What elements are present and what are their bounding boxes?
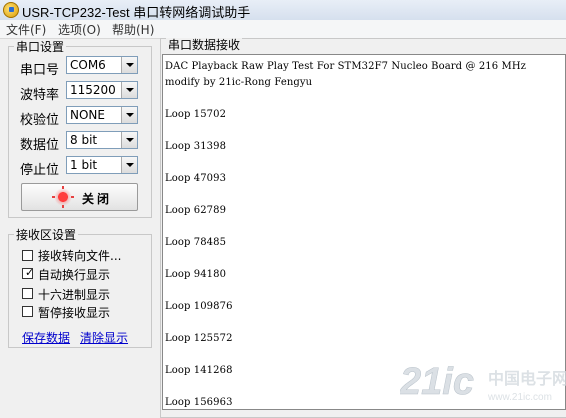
title-bar: USR-TCP232-Test 串口转网络调试助手 bbox=[0, 0, 566, 21]
port-value: COM6 bbox=[70, 58, 106, 72]
status-led-icon bbox=[52, 186, 74, 208]
databits-select[interactable]: 8 bit bbox=[66, 131, 138, 149]
baud-label: 波特率 bbox=[20, 88, 60, 103]
chevron-down-icon[interactable] bbox=[121, 107, 137, 123]
menu-file[interactable]: 文件(F) bbox=[6, 21, 46, 38]
app-logo-icon bbox=[3, 2, 19, 18]
watermark-logo: 21ic 中国电子网 www.21ic.com bbox=[400, 361, 566, 404]
receive-line: DAC Playback Raw Play Test For STM32F7 N… bbox=[165, 61, 527, 72]
receive-line: Loop 47093 bbox=[165, 173, 227, 184]
redirect-to-file-label: 接收转向文件... bbox=[38, 249, 122, 263]
stopbits-label: 停止位 bbox=[20, 163, 60, 178]
redirect-to-file-checkbox[interactable] bbox=[22, 250, 33, 261]
receive-line: Loop 94180 bbox=[165, 269, 227, 280]
baud-value: 115200 bbox=[70, 83, 116, 97]
parity-label: 校验位 bbox=[20, 113, 60, 128]
receive-line: Loop 141268 bbox=[165, 365, 233, 376]
parity-value: NONE bbox=[70, 108, 105, 122]
auto-wrap-label: 自动换行显示 bbox=[38, 268, 111, 282]
check-icon: ✓ bbox=[25, 266, 35, 279]
receive-line: modify by 21ic-Rong Fengyu bbox=[165, 77, 313, 88]
receive-settings-legend: 接收区设置 bbox=[16, 228, 77, 242]
chevron-down-icon[interactable] bbox=[121, 132, 137, 148]
pause-display-label: 暂停接收显示 bbox=[38, 306, 111, 320]
close-port-label: 关闭 bbox=[82, 192, 113, 206]
chevron-down-icon[interactable] bbox=[121, 57, 137, 73]
auto-wrap-checkbox[interactable]: ✓ bbox=[22, 266, 35, 279]
databits-value: 8 bit bbox=[70, 133, 98, 147]
receive-area-legend: 串口数据接收 bbox=[166, 38, 243, 52]
receive-line: Loop 31398 bbox=[165, 141, 227, 152]
stopbits-value: 1 bit bbox=[70, 158, 98, 172]
hex-display-checkbox[interactable] bbox=[22, 288, 33, 299]
save-data-link[interactable]: 保存数据 bbox=[22, 329, 70, 346]
receive-line: Loop 109876 bbox=[165, 301, 233, 312]
menu-bar: 文件(F) 选项(O) 帮助(H) bbox=[0, 20, 566, 39]
pause-display-checkbox[interactable] bbox=[22, 306, 33, 317]
databits-label: 数据位 bbox=[20, 138, 60, 153]
watermark-url: www.21ic.com bbox=[487, 392, 552, 403]
port-label: 串口号 bbox=[20, 63, 60, 78]
close-port-button[interactable]: 关闭 bbox=[21, 183, 138, 211]
stopbits-select[interactable]: 1 bit bbox=[66, 156, 138, 174]
receive-line: Loop 156963 bbox=[165, 397, 233, 408]
receive-line: Loop 78485 bbox=[165, 237, 227, 248]
watermark-brand: 21ic bbox=[400, 361, 474, 403]
port-select[interactable]: COM6 bbox=[66, 56, 138, 74]
clear-display-link[interactable]: 清除显示 bbox=[80, 329, 128, 346]
serial-settings-legend: 串口设置 bbox=[16, 40, 65, 54]
window-title: USR-TCP232-Test 串口转网络调试助手 bbox=[22, 5, 251, 20]
chevron-down-icon[interactable] bbox=[121, 157, 137, 173]
menu-options[interactable]: 选项(O) bbox=[58, 21, 101, 38]
receive-line: Loop 125572 bbox=[165, 333, 233, 344]
parity-select[interactable]: NONE bbox=[66, 106, 138, 124]
chevron-down-icon[interactable] bbox=[121, 82, 137, 98]
baud-select[interactable]: 115200 bbox=[66, 81, 138, 99]
watermark-cn: 中国电子网 bbox=[488, 369, 566, 388]
receive-line: Loop 15702 bbox=[165, 109, 227, 120]
menu-help[interactable]: 帮助(H) bbox=[112, 21, 154, 38]
receive-line: Loop 62789 bbox=[165, 205, 227, 216]
hex-display-label: 十六进制显示 bbox=[38, 288, 111, 302]
receive-textarea[interactable]: DAC Playback Raw Play Test For STM32F7 N… bbox=[162, 54, 566, 410]
